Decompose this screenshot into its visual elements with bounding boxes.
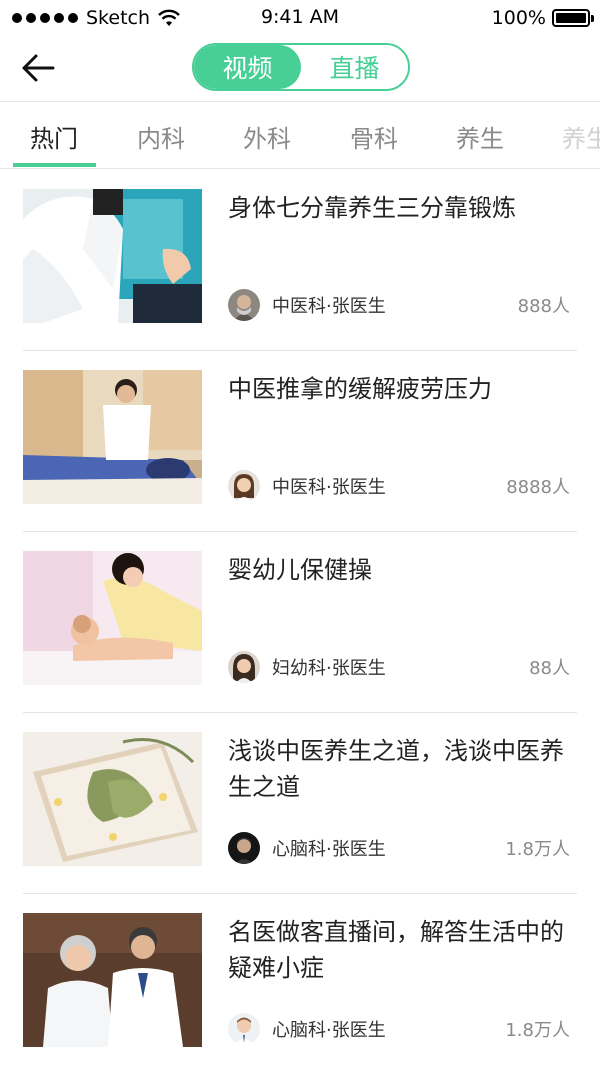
tab-surgery[interactable]: 外科 bbox=[243, 103, 291, 168]
video-thumbnail[interactable] bbox=[23, 913, 202, 1047]
doctor-avatar bbox=[228, 470, 260, 502]
viewer-count: 8888人 bbox=[506, 477, 570, 498]
nav-bar: 视频 直播 bbox=[0, 36, 600, 102]
doctor-name: 中医科·张医生 bbox=[272, 296, 386, 317]
doctor-name: 心脑科·张医生 bbox=[272, 1020, 386, 1041]
list-item[interactable]: 中医推拿的缓解疲劳压力 中医科·张医生 8888人 bbox=[0, 351, 600, 532]
viewer-count: 88人 bbox=[529, 658, 570, 679]
tab-hot[interactable]: 热门 bbox=[30, 103, 78, 168]
video-title: 浅谈中医养生之道，浅谈中医养生之道 bbox=[228, 737, 564, 801]
viewer-count: 1.8万人 bbox=[505, 1020, 570, 1041]
doctor-name: 心脑科·张医生 bbox=[272, 839, 386, 860]
back-button[interactable] bbox=[18, 50, 58, 86]
list-item[interactable]: 身体七分靠养生三分靠锻炼 中医科·张医生 888人 bbox=[0, 170, 600, 351]
tab-orthopedics[interactable]: 骨科 bbox=[350, 103, 398, 168]
video-thumbnail[interactable] bbox=[23, 732, 202, 866]
doctor-avatar bbox=[228, 832, 260, 864]
viewer-count: 888人 bbox=[517, 296, 570, 317]
tab-health-2[interactable]: 养生 bbox=[562, 103, 600, 168]
list-item[interactable]: 婴幼儿保健操 妇幼科·张医生 88人 bbox=[0, 532, 600, 713]
doctor-avatar bbox=[228, 651, 260, 683]
category-tabs: 热门 内科 外科 骨科 养生 养生 bbox=[0, 103, 600, 169]
segment-live[interactable]: 直播 bbox=[301, 45, 408, 89]
video-title: 名医做客直播间，解答生活中的疑难小症 bbox=[228, 918, 564, 982]
video-title: 婴幼儿保健操 bbox=[228, 556, 372, 584]
list-item[interactable]: 浅谈中医养生之道，浅谈中医养生之道 心脑科·张医生 1.8万人 bbox=[0, 713, 600, 894]
status-right: 100% bbox=[491, 6, 594, 30]
video-thumbnail[interactable] bbox=[23, 551, 202, 685]
viewer-count: 1.8万人 bbox=[505, 839, 570, 860]
segment-video[interactable]: 视频 bbox=[194, 45, 301, 89]
video-list: 身体七分靠养生三分靠锻炼 中医科·张医生 888人 中医推拿的缓解疲劳压力 中医… bbox=[0, 170, 600, 1067]
doctor-name: 中医科·张医生 bbox=[272, 477, 386, 498]
video-title: 身体七分靠养生三分靠锻炼 bbox=[228, 194, 516, 222]
video-live-segment: 视频 直播 bbox=[192, 43, 410, 91]
status-bar: Sketch 9:41 AM 100% bbox=[0, 0, 600, 36]
doctor-avatar bbox=[228, 1013, 260, 1045]
tab-internal-medicine[interactable]: 内科 bbox=[137, 103, 185, 168]
video-thumbnail[interactable] bbox=[23, 189, 202, 323]
battery-percent: 100% bbox=[491, 7, 546, 29]
video-title: 中医推拿的缓解疲劳压力 bbox=[228, 375, 492, 403]
arrow-left-icon bbox=[22, 54, 55, 82]
battery-icon bbox=[552, 9, 594, 27]
tab-active-indicator bbox=[13, 163, 96, 167]
list-item[interactable]: 名医做客直播间，解答生活中的疑难小症 心脑科·张医生 1.8万人 bbox=[0, 894, 600, 1067]
doctor-name: 妇幼科·张医生 bbox=[272, 658, 386, 679]
tab-health[interactable]: 养生 bbox=[456, 103, 504, 168]
doctor-avatar bbox=[228, 289, 260, 321]
video-thumbnail[interactable] bbox=[23, 370, 202, 504]
